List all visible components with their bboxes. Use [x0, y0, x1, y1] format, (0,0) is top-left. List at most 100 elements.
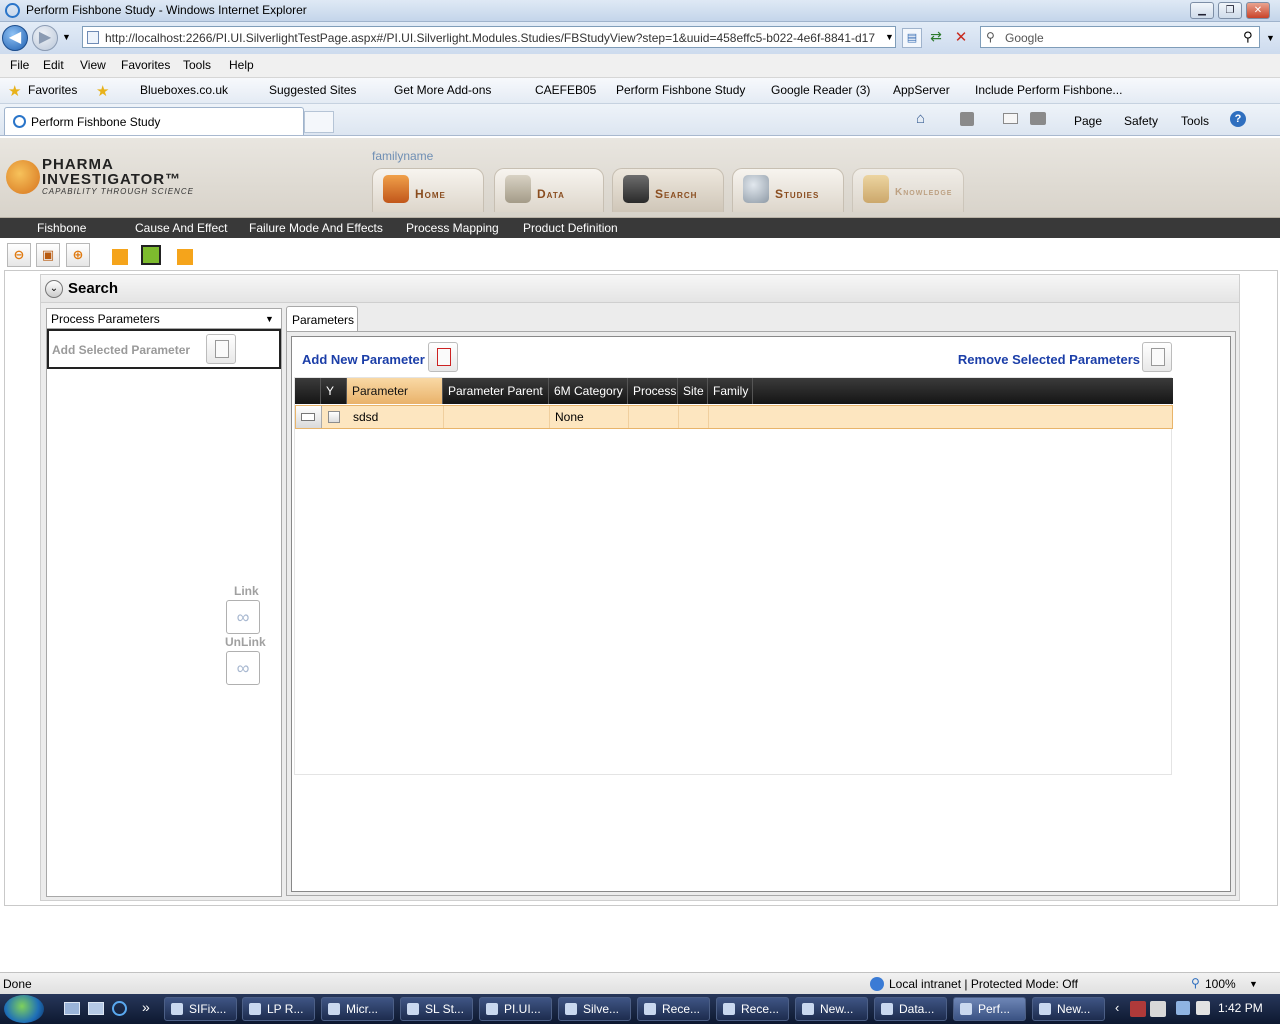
menu-view[interactable]: View	[80, 58, 106, 72]
nav-tab-studies[interactable]: Studies	[732, 168, 844, 212]
menu-file[interactable]: File	[10, 58, 29, 72]
zoom-dropdown-icon[interactable]: ▼	[1249, 979, 1258, 989]
forward-step-button[interactable]: ⊕	[66, 243, 90, 267]
maximize-button[interactable]: ❐	[1218, 2, 1242, 19]
fav-caefeb05[interactable]: CAEFEB05	[535, 83, 596, 97]
close-button[interactable]: ✕	[1246, 2, 1270, 19]
search-options-icon[interactable]: ▼	[1266, 33, 1275, 43]
module-cause-and-effect[interactable]: Cause And Effect	[135, 221, 228, 235]
ie-tab[interactable]: Perform Fishbone Study	[4, 107, 304, 135]
module-fmea[interactable]: Failure Mode And Effects	[249, 221, 383, 235]
taskbar-item-7[interactable]: Rece...	[637, 997, 710, 1021]
tray-network-icon[interactable]	[1150, 1001, 1166, 1017]
tray-app-icon[interactable]	[1130, 1001, 1146, 1017]
nav-tab-data[interactable]: Data	[494, 168, 604, 212]
search-icon[interactable]: ⚲	[1243, 29, 1253, 45]
cell-site[interactable]	[679, 406, 709, 428]
zoom-level[interactable]: 100%	[1205, 977, 1236, 991]
taskbar-clock[interactable]: 1:42 PM	[1218, 1001, 1263, 1015]
refresh-icon[interactable]: ⇄	[926, 28, 946, 48]
step-indicator-1[interactable]	[112, 249, 128, 265]
link-button[interactable]: ∞	[226, 600, 260, 634]
start-button[interactable]	[4, 995, 44, 1023]
menu-edit[interactable]: Edit	[43, 58, 64, 72]
menu-help[interactable]: Help	[229, 58, 254, 72]
tray-volume-icon[interactable]	[1196, 1001, 1210, 1015]
taskbar-item-9[interactable]: New...	[795, 997, 868, 1021]
remove-selected-parameters-link[interactable]: Remove Selected Parameters	[958, 352, 1140, 367]
fav-get-more-addons[interactable]: Get More Add-ons	[394, 83, 491, 97]
nav-tab-home[interactable]: Home	[372, 168, 484, 212]
fav-appserver[interactable]: AppServer	[893, 83, 950, 97]
minimize-button[interactable]: ▁	[1190, 2, 1214, 19]
mail-icon[interactable]	[1003, 113, 1018, 124]
menu-favorites[interactable]: Favorites	[121, 58, 170, 72]
add-new-parameter-button[interactable]	[428, 342, 458, 372]
taskbar-item-10[interactable]: Data...	[874, 997, 947, 1021]
remove-parameters-button[interactable]	[1142, 342, 1172, 372]
cell-process[interactable]	[629, 406, 679, 428]
ie-quicklaunch-icon[interactable]	[112, 1001, 127, 1016]
menu-tools[interactable]: Tools	[183, 58, 211, 72]
taskbar-item-5[interactable]: PI.UI...	[479, 997, 552, 1021]
table-row[interactable]: sdsd None	[295, 405, 1173, 429]
fav-include-perform[interactable]: Include Perform Fishbone...	[975, 83, 1122, 97]
compatibility-icon[interactable]: ▤	[902, 28, 922, 48]
taskbar-item-4[interactable]: SL St...	[400, 997, 473, 1021]
tray-display-icon[interactable]	[1176, 1001, 1190, 1015]
stop-icon[interactable]: ✕	[951, 28, 971, 48]
tab-parameters[interactable]: Parameters	[286, 306, 358, 331]
fav-google-reader[interactable]: Google Reader (3)	[771, 83, 870, 97]
unlink-button[interactable]: ∞	[226, 651, 260, 685]
step-indicator-2[interactable]	[141, 245, 161, 265]
url-input[interactable]: http://localhost:2266/PI.UI.SilverlightT…	[82, 26, 896, 48]
row-selector-icon[interactable]	[296, 406, 322, 428]
tools-menu[interactable]: Tools	[1181, 114, 1209, 128]
row-checkbox[interactable]	[328, 411, 340, 423]
help-icon[interactable]: ?	[1230, 111, 1246, 127]
taskbar-item-1[interactable]: SIFix...	[164, 997, 237, 1021]
column-header-parameter-parent[interactable]: Parameter Parent	[443, 378, 549, 404]
new-tab-button[interactable]	[304, 111, 334, 133]
page-menu[interactable]: Page	[1074, 114, 1102, 128]
taskbar-item-8[interactable]: Rece...	[716, 997, 789, 1021]
add-new-parameter-link[interactable]: Add New Parameter	[302, 352, 425, 367]
url-dropdown-icon[interactable]: ▼	[885, 32, 894, 42]
module-fishbone[interactable]: Fishbone	[37, 221, 86, 235]
save-button[interactable]: ▣	[36, 243, 60, 267]
favorites-button[interactable]: Favorites	[28, 83, 77, 97]
taskbar-item-3[interactable]: Micr...	[321, 997, 394, 1021]
parameter-type-select[interactable]: Process Parameters ▼	[47, 309, 281, 329]
search-input[interactable]: ⚲ Google ⚲	[980, 26, 1260, 48]
back-button[interactable]: ◀	[2, 25, 28, 51]
collapse-icon[interactable]: ⌄	[45, 280, 63, 298]
home-icon[interactable]: ⌂	[916, 110, 925, 127]
zone-text[interactable]: Local intranet | Protected Mode: Off	[889, 977, 1078, 991]
switch-windows-icon[interactable]	[88, 1002, 104, 1015]
cell-parameter-parent[interactable]	[444, 406, 550, 428]
column-header-parameter[interactable]: Parameter	[347, 378, 443, 404]
nav-tab-knowledge[interactable]: Knowledge	[852, 168, 964, 212]
add-favorite-icon[interactable]: ★	[96, 82, 109, 100]
show-desktop-icon[interactable]	[64, 1002, 80, 1015]
cell-family[interactable]	[709, 406, 754, 428]
module-product-definition[interactable]: Product Definition	[523, 221, 618, 235]
feeds-icon[interactable]	[960, 112, 974, 126]
taskbar-item-12[interactable]: New...	[1032, 997, 1105, 1021]
history-dropdown-icon[interactable]: ▼	[62, 32, 71, 42]
forward-button[interactable]: ▶	[32, 25, 58, 51]
module-process-mapping[interactable]: Process Mapping	[406, 221, 499, 235]
taskbar-item-11[interactable]: Perf...	[953, 997, 1026, 1021]
print-icon[interactable]	[1030, 112, 1046, 125]
fav-blueboxes[interactable]: Blueboxes.co.uk	[140, 83, 228, 97]
cell-6m-category[interactable]: None	[550, 406, 629, 428]
column-header-y[interactable]: Y	[321, 378, 347, 404]
nav-tab-search[interactable]: Search	[612, 168, 724, 212]
fav-perform-fishbone[interactable]: Perform Fishbone Study	[616, 83, 745, 97]
column-header-6m-category[interactable]: 6M Category	[549, 378, 628, 404]
tray-expand-icon[interactable]: ‹	[1115, 1000, 1119, 1015]
fav-suggested-sites[interactable]: Suggested Sites	[269, 83, 356, 97]
taskbar-item-6[interactable]: Silve...	[558, 997, 631, 1021]
add-selected-parameter-button[interactable]: Add Selected Parameter	[47, 329, 281, 369]
column-header-site[interactable]: Site	[678, 378, 708, 404]
